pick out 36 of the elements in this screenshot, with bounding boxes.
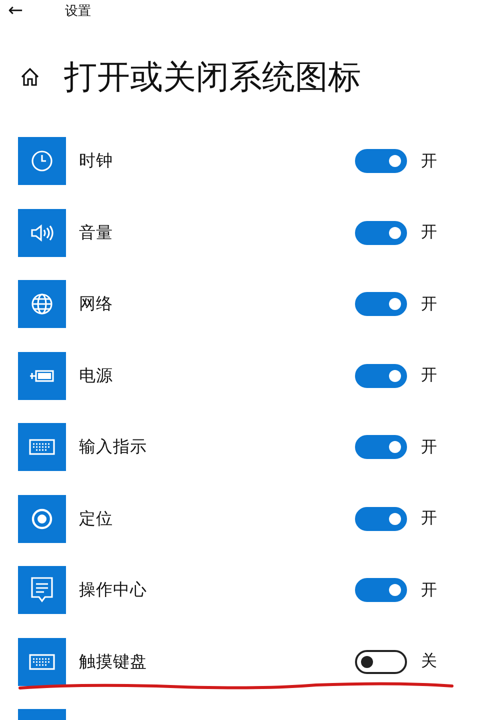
globe-icon [31, 293, 53, 315]
speaker-icon [30, 222, 54, 242]
item-label: 触摸键盘 [79, 650, 148, 672]
message-icon [31, 577, 53, 603]
keyboard-icon [29, 439, 55, 455]
target-icon [31, 508, 53, 530]
toggle-switch[interactable] [355, 506, 407, 530]
item-label: 音量 [79, 222, 114, 244]
toggle-switch[interactable] [355, 435, 407, 459]
toggle-switch[interactable] [355, 292, 407, 316]
battery-plug-icon [29, 368, 55, 384]
item-label: 操作中心 [79, 579, 148, 601]
item-label: 输入指示 [79, 436, 148, 458]
toggle-state: 开 [421, 508, 437, 529]
toggle-switch[interactable] [355, 650, 407, 674]
toggle-switch[interactable] [355, 149, 407, 173]
toggle-state: 开 [421, 580, 437, 600]
toggle-switch[interactable] [355, 578, 407, 602]
toggle-state: 开 [421, 150, 437, 172]
toggle-state: 开 [421, 294, 437, 314]
toggle-state: 开 [421, 436, 437, 458]
item-label: 网络 [79, 293, 114, 315]
toggle-switch[interactable] [355, 364, 407, 388]
page-title: 打开或关闭系统图标 [64, 56, 361, 98]
toggle-state: 开 [421, 365, 437, 386]
keyboard-icon [29, 654, 55, 670]
item-label: 电源 [79, 364, 114, 386]
clock-icon [31, 150, 53, 172]
item-label: 定位 [79, 508, 114, 530]
app-title: 设置 [65, 3, 91, 20]
toggle-switch[interactable] [355, 220, 407, 244]
toggle-state: 关 [421, 651, 437, 672]
item-label: 时钟 [79, 150, 114, 172]
toggle-state: 开 [421, 222, 437, 243]
home-icon[interactable] [20, 67, 40, 87]
back-button[interactable]: ← [8, 1, 65, 21]
